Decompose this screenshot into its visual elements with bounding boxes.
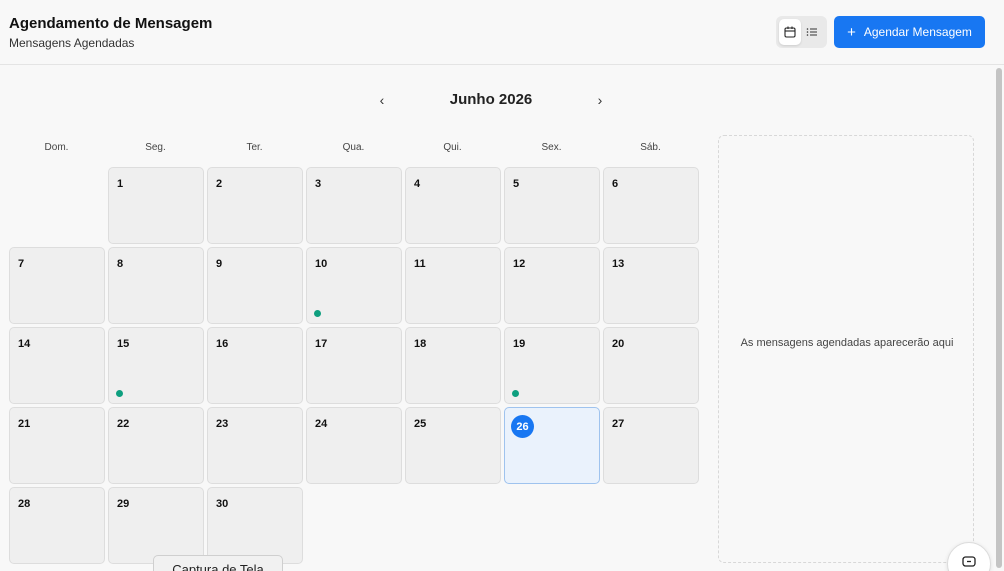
day-number: 5	[513, 178, 520, 190]
day-number: 22	[117, 418, 130, 430]
calendar-day[interactable]: 21	[9, 407, 105, 484]
screenshot-tab[interactable]: Captura de Tela	[153, 555, 283, 571]
weekday-label: Sex.	[541, 142, 562, 153]
weekday-label: Qui.	[443, 142, 462, 153]
scrollbar-thumb[interactable]	[996, 68, 1002, 568]
day-number: 27	[612, 418, 625, 430]
day-number: 13	[612, 258, 625, 270]
view-toggle	[776, 16, 827, 48]
day-number: 14	[18, 338, 31, 350]
calendar-day[interactable]: 19	[504, 327, 600, 404]
schedule-message-button[interactable]: + Agendar Mensagem	[834, 16, 985, 48]
list-view-button[interactable]	[801, 19, 823, 45]
chevron-right-icon: ›	[597, 92, 603, 108]
scheduled-message-indicator	[116, 390, 123, 397]
day-number: 15	[117, 338, 130, 350]
page-title: Agendamento de Mensagem	[9, 15, 213, 32]
calendar-day[interactable]: 24	[306, 407, 402, 484]
chevron-left-icon: ‹	[379, 92, 385, 108]
calendar-day[interactable]: 23	[207, 407, 303, 484]
day-number: 20	[612, 338, 625, 350]
calendar-day[interactable]: 25	[405, 407, 501, 484]
calendar-day[interactable]: 13	[603, 247, 699, 324]
day-number: 26	[511, 415, 534, 438]
prev-month-button[interactable]: ‹	[370, 88, 394, 112]
day-number: 11	[414, 258, 426, 270]
weekday-label: Dom.	[44, 142, 69, 153]
calendar-day[interactable]: 20	[603, 327, 699, 404]
day-number: 18	[414, 338, 427, 350]
day-number: 9	[216, 258, 223, 270]
calendar-day[interactable]: 7	[9, 247, 105, 324]
calendar-day[interactable]: 6	[603, 167, 699, 244]
day-number: 21	[18, 418, 31, 430]
day-number: 30	[216, 498, 229, 510]
scheduled-message-indicator	[314, 310, 321, 317]
calendar-day[interactable]: 10	[306, 247, 402, 324]
calendar-day[interactable]: 3	[306, 167, 402, 244]
next-month-button[interactable]: ›	[588, 88, 612, 112]
day-number: 28	[18, 498, 31, 510]
day-number: 7	[18, 258, 25, 270]
day-number: 4	[414, 178, 421, 190]
calendar-day[interactable]: 1	[108, 167, 204, 244]
weekday-label: Qua.	[342, 142, 365, 153]
calendar-day[interactable]: 30	[207, 487, 303, 564]
calendar-icon	[784, 26, 796, 38]
weekday-label: Seg.	[145, 142, 166, 153]
day-number: 17	[315, 338, 328, 350]
empty-state-text: As mensagens agendadas aparecerão aqui	[740, 337, 954, 349]
calendar-day[interactable]: 2	[207, 167, 303, 244]
calendar-day[interactable]: 5	[504, 167, 600, 244]
calendar-day[interactable]: 17	[306, 327, 402, 404]
month-navigation: ‹ Junho 2026 ›	[370, 88, 610, 112]
day-number: 25	[414, 418, 427, 430]
calendar-day[interactable]: 18	[405, 327, 501, 404]
day-number: 23	[216, 418, 229, 430]
calendar-day[interactable]: 12	[504, 247, 600, 324]
page-header: Agendamento de Mensagem Mensagens Agenda…	[0, 0, 1004, 65]
calendar-day[interactable]: 28	[9, 487, 105, 564]
day-number: 19	[513, 338, 526, 350]
calendar-day[interactable]: 4	[405, 167, 501, 244]
schedule-message-label: Agendar Mensagem	[863, 25, 972, 39]
weekday-label: Sáb.	[640, 142, 661, 153]
list-icon	[806, 28, 817, 36]
weekday-label: Ter.	[246, 142, 263, 153]
day-number: 12	[513, 258, 526, 270]
month-label: Junho 2026	[449, 91, 533, 108]
calendar-day[interactable]: 15	[108, 327, 204, 404]
calendar-day[interactable]: 9	[207, 247, 303, 324]
chat-icon	[962, 556, 976, 567]
day-number: 29	[117, 498, 130, 510]
scheduled-messages-panel: As mensagens agendadas aparecerão aqui	[718, 135, 974, 563]
calendar-day[interactable]: 8	[108, 247, 204, 324]
scrollbar[interactable]	[995, 66, 1003, 571]
calendar-day[interactable]: 16	[207, 327, 303, 404]
calendar-view-button[interactable]	[779, 19, 801, 45]
calendar-day[interactable]: 29	[108, 487, 204, 564]
calendar-day[interactable]: 11	[405, 247, 501, 324]
day-number: 10	[315, 258, 328, 270]
day-number: 8	[117, 258, 124, 270]
scheduled-message-indicator	[512, 390, 519, 397]
calendar-day-today[interactable]: 26	[504, 407, 600, 484]
day-number: 2	[216, 178, 223, 190]
day-number: 24	[315, 418, 328, 430]
day-number: 6	[612, 178, 619, 190]
calendar-day[interactable]: 22	[108, 407, 204, 484]
plus-icon: +	[847, 23, 856, 41]
day-number: 1	[117, 178, 124, 190]
calendar-day[interactable]: 14	[9, 327, 105, 404]
calendar-day[interactable]: 27	[603, 407, 699, 484]
day-number: 3	[315, 178, 322, 190]
page-subtitle: Mensagens Agendadas	[9, 36, 135, 50]
day-number: 16	[216, 338, 229, 350]
